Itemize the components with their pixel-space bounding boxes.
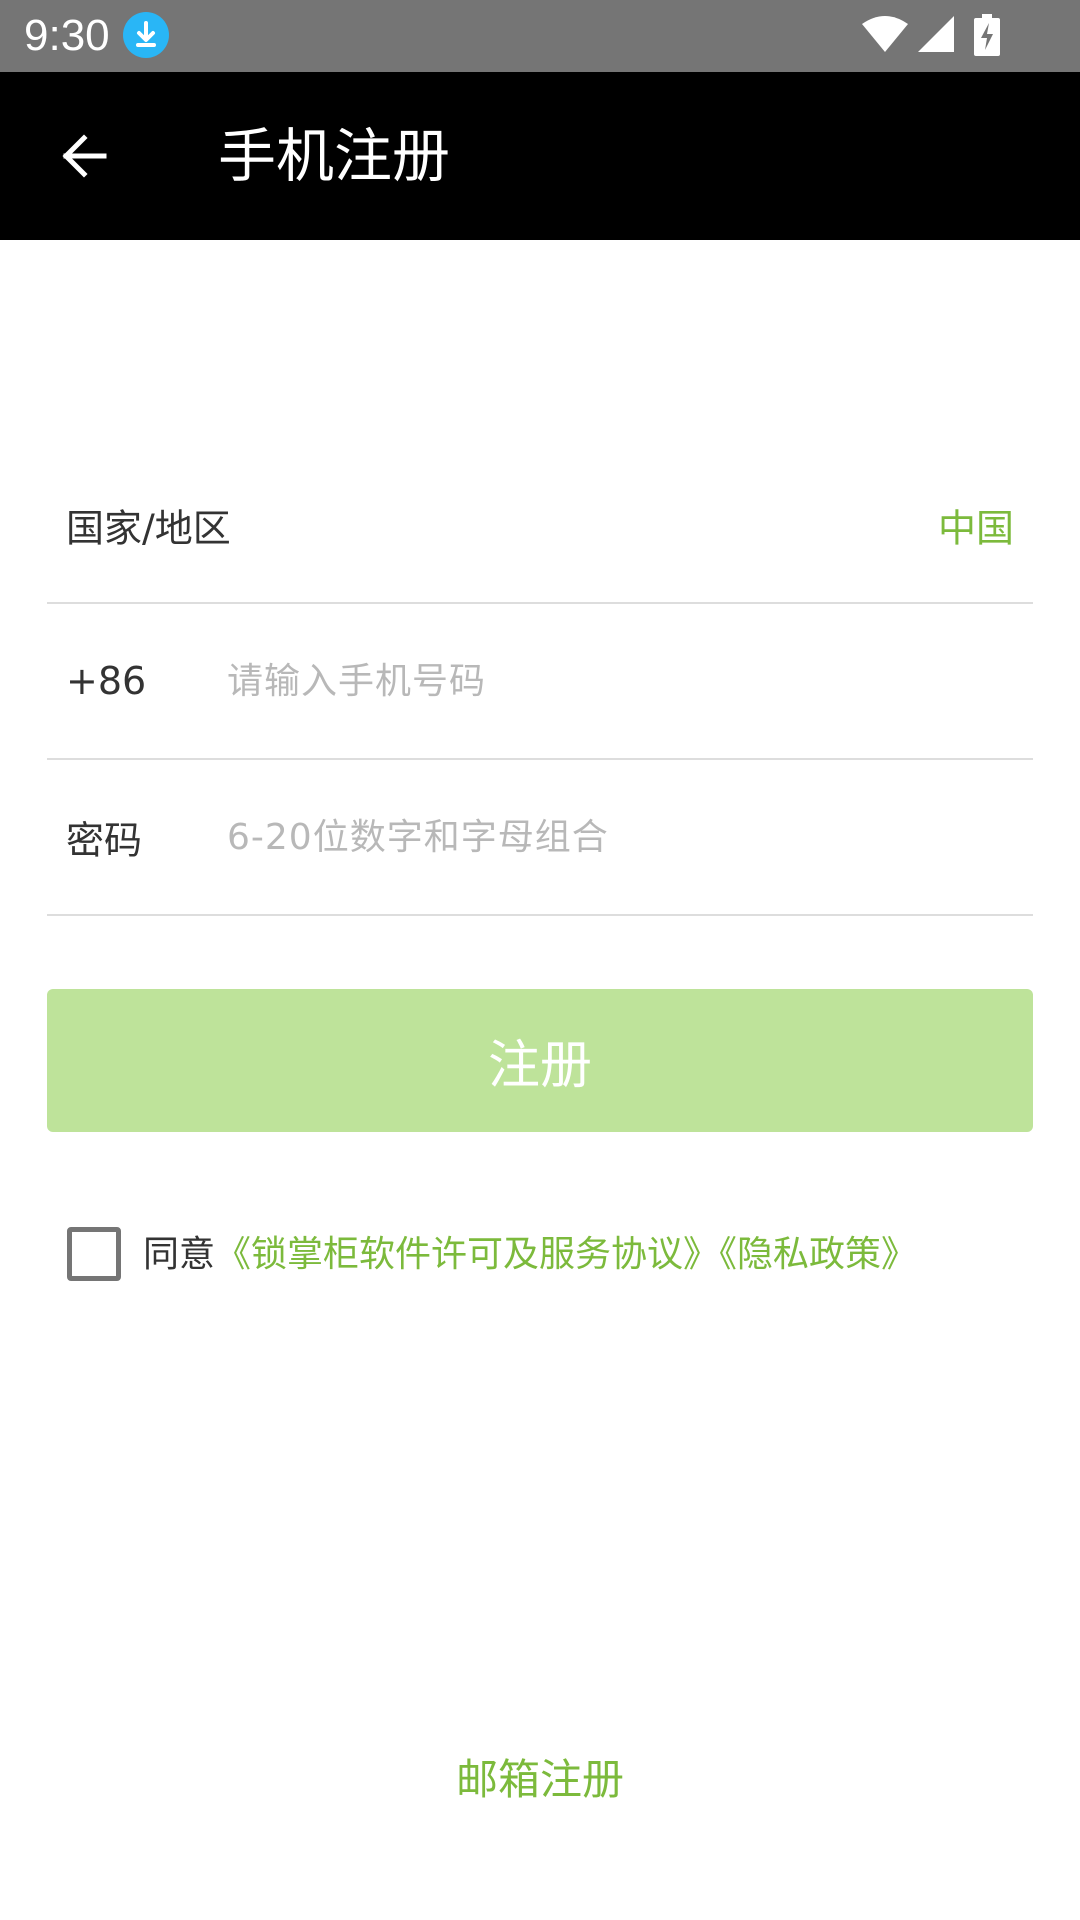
agreement-text: 同意《锁掌柜软件许可及服务协议》《隐私政策》 — [143, 1229, 917, 1281]
privacy-policy-link[interactable]: 《隐私政策》 — [719, 1234, 917, 1275]
agreement-row: 同意《锁掌柜软件许可及服务协议》《隐私政策》 — [67, 1225, 1027, 1285]
register-button[interactable]: 注册 — [47, 989, 1033, 1132]
status-bar: 9:30 — [0, 0, 1080, 72]
phone-input[interactable] — [227, 641, 987, 721]
status-time: 9:30 — [24, 11, 110, 60]
password-row: 密码 — [47, 760, 1033, 916]
phone-prefix: +86 — [66, 659, 147, 703]
license-agreement-link[interactable]: 《锁掌柜软件许可及服务协议》 — [215, 1234, 719, 1275]
battery-charging-icon — [974, 14, 1000, 56]
password-input[interactable] — [227, 797, 987, 877]
phone-row: +86 — [47, 604, 1033, 760]
download-icon — [123, 12, 169, 58]
arrow-left-icon — [62, 134, 107, 178]
country-value[interactable]: 中国 — [938, 498, 1014, 553]
country-label: 国家/地区 — [66, 506, 231, 551]
app-bar: 手机注册 — [0, 72, 1080, 240]
email-register-container: 邮箱注册 — [0, 1746, 1080, 1807]
password-label: 密码 — [66, 818, 143, 863]
agree-checkbox[interactable] — [67, 1227, 121, 1281]
wifi-icon — [862, 16, 908, 52]
signal-icon — [918, 16, 954, 52]
page-title: 手机注册 — [218, 122, 451, 190]
country-row[interactable]: 国家/地区 中国 — [47, 448, 1033, 604]
agree-prefix: 同意 — [143, 1234, 216, 1275]
back-button[interactable] — [30, 108, 138, 204]
email-register-link[interactable]: 邮箱注册 — [456, 1755, 624, 1804]
